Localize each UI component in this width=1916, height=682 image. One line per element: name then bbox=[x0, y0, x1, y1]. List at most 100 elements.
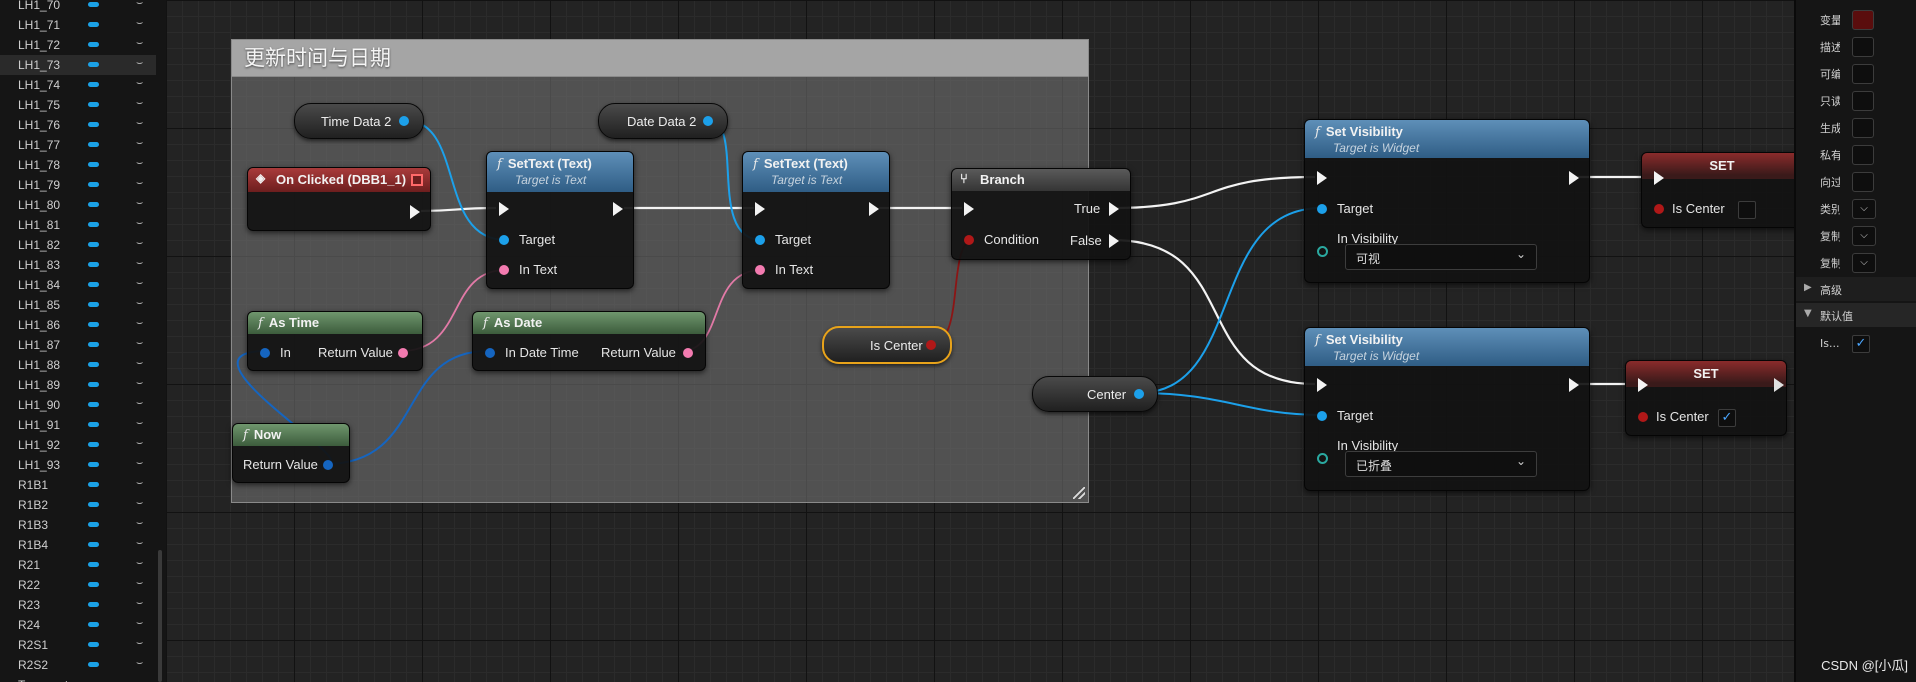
branch-condition-pin[interactable] bbox=[964, 235, 974, 245]
eye-closed-icon[interactable]: ⌣ bbox=[136, 596, 143, 610]
as-time-in-pin[interactable] bbox=[260, 348, 270, 358]
eye-closed-icon[interactable]: ⌣ bbox=[136, 56, 143, 70]
eye-closed-icon[interactable]: ⌣ bbox=[136, 636, 143, 650]
set-is-center-node-1[interactable]: SET Is Center bbox=[1641, 152, 1794, 228]
eye-closed-icon[interactable]: ⌣ bbox=[136, 416, 143, 430]
default-iscenter-checkbox[interactable]: ✓ bbox=[1852, 335, 1870, 353]
variable-row[interactable]: LH1_81 ⌣ bbox=[0, 215, 156, 235]
set-visibility-1-target-pin[interactable] bbox=[1317, 204, 1327, 214]
variable-row[interactable]: R2S2 ⌣ bbox=[0, 655, 156, 675]
eye-closed-icon[interactable]: ⌣ bbox=[136, 536, 143, 550]
branch-exec-in[interactable] bbox=[964, 202, 974, 216]
as-date-in-pin[interactable] bbox=[485, 348, 495, 358]
set-visibility-2-exec-out[interactable] bbox=[1569, 378, 1579, 392]
eye-closed-icon[interactable]: ⌣ bbox=[136, 436, 143, 450]
advanced-section[interactable]: ▶ 高级 bbox=[1796, 277, 1916, 301]
set-visibility-2-invis-pin[interactable] bbox=[1317, 453, 1328, 464]
variable-row[interactable]: LH1_76 ⌣ bbox=[0, 115, 156, 135]
variable-row[interactable]: R2S1 ⌣ bbox=[0, 635, 156, 655]
as-time-node[interactable]: f As Time In Return Value bbox=[247, 311, 423, 371]
variables-scrollbar[interactable] bbox=[158, 550, 162, 682]
variable-row[interactable]: R1B2 ⌣ bbox=[0, 495, 156, 515]
detail-checkbox[interactable] bbox=[1852, 172, 1874, 192]
visibility-dropdown-1[interactable]: 可视 ⌄ bbox=[1345, 244, 1537, 270]
variable-row[interactable]: LH1_79 ⌣ bbox=[0, 175, 156, 195]
variable-row[interactable]: LH1_87 ⌣ bbox=[0, 335, 156, 355]
is-center-output-pin[interactable] bbox=[926, 340, 936, 350]
set-2-iscenter-pin[interactable] bbox=[1638, 412, 1648, 422]
detail-dropdown[interactable]: ⌵ bbox=[1852, 226, 1876, 246]
eye-closed-icon[interactable]: ⌣ bbox=[136, 236, 143, 250]
as-date-return-pin[interactable] bbox=[683, 348, 693, 358]
eye-closed-icon[interactable]: ⌣ bbox=[136, 296, 143, 310]
eye-closed-icon[interactable]: ⌣ bbox=[136, 476, 143, 490]
variable-row[interactable]: LH1_93 ⌣ bbox=[0, 455, 156, 475]
center-output-pin[interactable] bbox=[1134, 389, 1144, 399]
on-clicked-exec-out[interactable] bbox=[410, 205, 420, 219]
settext-2-exec-in[interactable] bbox=[755, 202, 765, 216]
eye-closed-icon[interactable]: ⌣ bbox=[136, 196, 143, 210]
eye-closed-icon[interactable]: ⌣ bbox=[136, 16, 143, 30]
variable-row[interactable]: R1B4 ⌣ bbox=[0, 535, 156, 555]
detail-dropdown[interactable]: ⌵ bbox=[1852, 199, 1876, 219]
detail-checkbox[interactable] bbox=[1852, 37, 1874, 57]
eye-closed-icon[interactable]: ⌣ bbox=[136, 656, 143, 670]
eye-closed-icon[interactable]: ⌣ bbox=[136, 156, 143, 170]
variable-row[interactable]: LH1_84 ⌣ bbox=[0, 275, 156, 295]
as-time-return-pin[interactable] bbox=[398, 348, 408, 358]
settext-1-exec-in[interactable] bbox=[499, 202, 509, 216]
variable-row[interactable]: R22 ⌣ bbox=[0, 575, 156, 595]
settext-node-2[interactable]: f SetText (Text) Target is Text Target In… bbox=[742, 151, 890, 289]
variable-row[interactable]: LH1_83 ⌣ bbox=[0, 255, 156, 275]
date-data-output-pin[interactable] bbox=[703, 116, 713, 126]
set-visibility-2-target-pin[interactable] bbox=[1317, 411, 1327, 421]
variable-row[interactable]: LH1_85 ⌣ bbox=[0, 295, 156, 315]
detail-checkbox[interactable] bbox=[1852, 118, 1874, 138]
variable-row[interactable]: R21 ⌣ bbox=[0, 555, 156, 575]
as-date-node[interactable]: f As Date In Date Time Return Value bbox=[472, 311, 706, 371]
eye-closed-icon[interactable]: ⌣ bbox=[136, 496, 143, 510]
settext-2-target-pin[interactable] bbox=[755, 235, 765, 245]
eye-closed-icon[interactable]: ⌣ bbox=[136, 276, 143, 290]
eye-closed-icon[interactable]: ⌣ bbox=[136, 396, 143, 410]
variable-row[interactable]: LH1_80 ⌣ bbox=[0, 195, 156, 215]
date-data-node[interactable]: Date Data 2 bbox=[598, 103, 728, 139]
settext-2-exec-out[interactable] bbox=[869, 202, 879, 216]
default-value-section[interactable]: ▼ 默认值 bbox=[1796, 303, 1916, 327]
eye-closed-icon[interactable]: ⌣ bbox=[136, 256, 143, 270]
eye-closed-icon[interactable]: ⌣ bbox=[136, 616, 143, 630]
branch-node[interactable]: ⑂ Branch True Condition False bbox=[951, 168, 1131, 260]
variable-row[interactable]: R24 ⌣ bbox=[0, 615, 156, 635]
set-visibility-1-exec-in[interactable] bbox=[1317, 171, 1327, 185]
variable-row[interactable]: LH1_88 ⌣ bbox=[0, 355, 156, 375]
variable-row[interactable]: LH1_74 ⌣ bbox=[0, 75, 156, 95]
variable-row[interactable]: R1B3 ⌣ bbox=[0, 515, 156, 535]
variable-row[interactable]: LH1_71 ⌣ bbox=[0, 15, 156, 35]
set-1-iscenter-checkbox[interactable] bbox=[1738, 201, 1756, 219]
eye-closed-icon[interactable]: ⌣ bbox=[136, 336, 143, 350]
set-visibility-1-invis-pin[interactable] bbox=[1317, 246, 1328, 257]
detail-checkbox[interactable] bbox=[1852, 64, 1874, 84]
eye-closed-icon[interactable]: ⌣ bbox=[136, 376, 143, 390]
eye-closed-icon[interactable]: ⌣ bbox=[136, 456, 143, 470]
eye-closed-icon[interactable]: ⌣ bbox=[136, 356, 143, 370]
settext-2-intext-pin[interactable] bbox=[755, 265, 765, 275]
settext-node-1[interactable]: f SetText (Text) Target is Text Target In… bbox=[486, 151, 634, 289]
variable-row[interactable]: LH1_77 ⌣ bbox=[0, 135, 156, 155]
visibility-dropdown-2[interactable]: 已折叠 ⌄ bbox=[1345, 451, 1537, 477]
variable-row[interactable]: LH1_86 ⌣ bbox=[0, 315, 156, 335]
eye-closed-icon[interactable]: ⌣ bbox=[136, 516, 143, 530]
eye-closed-icon[interactable]: ⌣ bbox=[136, 576, 143, 590]
variable-row[interactable]: LH1_72 ⌣ bbox=[0, 35, 156, 55]
is-center-getter-node[interactable]: Is Center bbox=[822, 326, 952, 364]
set-2-exec-in[interactable] bbox=[1638, 378, 1648, 392]
center-getter-node[interactable]: Center bbox=[1032, 376, 1158, 412]
now-return-pin[interactable] bbox=[323, 460, 333, 470]
eye-closed-icon[interactable]: ⌣ bbox=[136, 96, 143, 110]
detail-dropdown[interactable]: ⌵ bbox=[1852, 253, 1876, 273]
eye-closed-icon[interactable]: ⌣ bbox=[136, 676, 143, 682]
on-clicked-event-node[interactable]: ◈ On Clicked (DBB1_1) bbox=[247, 167, 431, 231]
eye-closed-icon[interactable]: ⌣ bbox=[136, 216, 143, 230]
eye-closed-icon[interactable]: ⌣ bbox=[136, 136, 143, 150]
now-node[interactable]: f Now Return Value bbox=[232, 423, 350, 483]
